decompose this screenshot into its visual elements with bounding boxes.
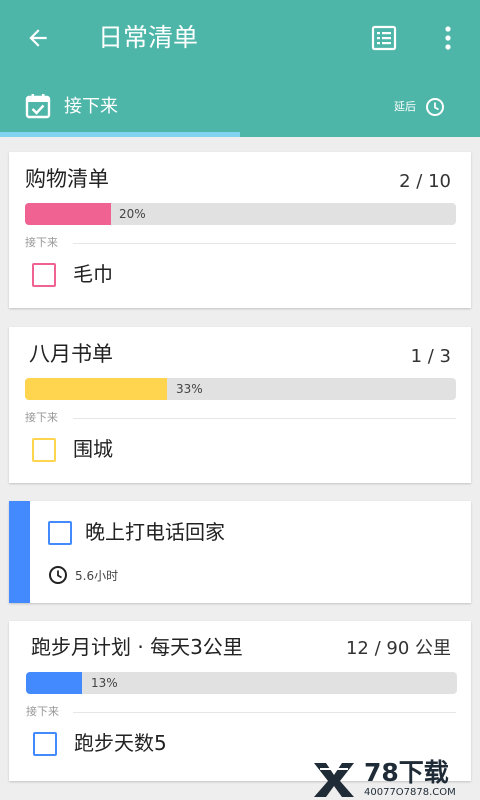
card-progress-count: 2 / 10 bbox=[399, 171, 451, 192]
progress-bar: 20% bbox=[25, 203, 456, 225]
calendar-check-icon bbox=[25, 94, 51, 119]
progress-fill bbox=[25, 203, 112, 225]
list-card-shopping[interactable]: 购物清单 2 / 10 20% 接下来 毛巾 bbox=[9, 152, 471, 308]
tab-next[interactable]: 接下来 bbox=[0, 80, 240, 137]
page-title: 日常清单 bbox=[98, 23, 199, 52]
item-checkbox[interactable] bbox=[32, 438, 56, 462]
card-title: 跑步月计划 · 每天3公里 bbox=[31, 635, 243, 659]
card-progress-count: 12 / 90 公里 bbox=[345, 638, 451, 659]
item-label[interactable]: 跑步天数5 bbox=[74, 729, 167, 757]
task-card[interactable]: 晚上打电话回家 5.6小时 bbox=[9, 501, 471, 603]
section-divider bbox=[73, 712, 456, 713]
item-label[interactable]: 毛巾 bbox=[73, 260, 113, 288]
progress-bar: 13% bbox=[26, 672, 457, 694]
section-label: 接下来 bbox=[25, 236, 58, 249]
tab-later-label: 延后 bbox=[394, 100, 416, 113]
task-label[interactable]: 晚上打电话回家 bbox=[85, 518, 225, 546]
more-options-button[interactable] bbox=[430, 19, 466, 57]
watermark-brand: 78下载 bbox=[364, 758, 449, 787]
list-icon bbox=[371, 25, 397, 51]
section-label: 接下来 bbox=[25, 411, 58, 424]
task-duration: 5.6小时 bbox=[75, 569, 119, 583]
clock-icon bbox=[426, 98, 444, 116]
section-divider bbox=[73, 418, 456, 419]
arrow-back-icon bbox=[29, 29, 47, 47]
section-divider bbox=[73, 243, 456, 244]
tab-bar: 接下来 延后 bbox=[0, 80, 480, 137]
item-checkbox[interactable] bbox=[32, 263, 56, 287]
tab-later[interactable]: 延后 bbox=[380, 90, 450, 124]
progress-percent: 13% bbox=[91, 676, 118, 690]
toolbar: 日常清单 bbox=[0, 0, 480, 76]
card-title: 购物清单 bbox=[25, 167, 109, 191]
progress-percent: 33% bbox=[176, 382, 203, 396]
tab-next-label: 接下来 bbox=[64, 96, 118, 117]
tab-indicator bbox=[0, 132, 240, 137]
progress-percent: 20% bbox=[119, 207, 146, 221]
progress-fill bbox=[26, 672, 83, 694]
list-view-button[interactable] bbox=[364, 19, 404, 57]
brand-logo-icon bbox=[314, 763, 354, 797]
watermark-url: 40077O7878.COM bbox=[364, 787, 456, 798]
list-card-reading[interactable]: 八月书单 1 / 3 33% 接下来 围城 bbox=[9, 327, 471, 483]
more-vert-icon bbox=[445, 26, 451, 50]
section-label: 接下来 bbox=[26, 705, 59, 718]
progress-fill bbox=[25, 378, 168, 400]
task-checkbox[interactable] bbox=[48, 521, 72, 545]
task-color-bar bbox=[9, 501, 30, 603]
item-label[interactable]: 围城 bbox=[73, 435, 113, 463]
clock-icon bbox=[49, 566, 67, 584]
watermark: 78下载 40077O7878.COM bbox=[310, 757, 480, 800]
card-progress-count: 1 / 3 bbox=[410, 346, 451, 367]
back-button[interactable] bbox=[18, 20, 58, 56]
item-checkbox[interactable] bbox=[33, 732, 57, 756]
card-title: 八月书单 bbox=[29, 342, 113, 366]
progress-bar: 33% bbox=[25, 378, 456, 400]
app-bar: 日常清单 接下来 延后 bbox=[0, 0, 480, 137]
